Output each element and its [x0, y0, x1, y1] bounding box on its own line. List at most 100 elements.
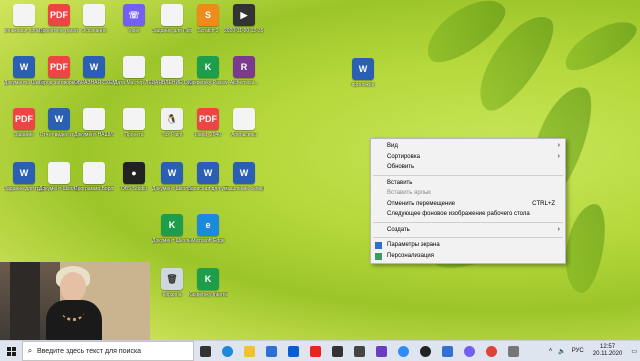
- desktop-icon[interactable]: ☏ Viber: [114, 4, 154, 34]
- desktop-icon[interactable]: PDF Проектное работа в о...: [39, 4, 79, 34]
- viber-file-icon: ☏: [123, 4, 145, 26]
- taskbar-apps: [194, 341, 524, 361]
- desktop-icon[interactable]: PDF Город заговорен...: [39, 56, 79, 86]
- viber-icon: [463, 345, 475, 357]
- desktop-icon-label: ОБРАЗНАЯ СХЕМА ИНИ...: [74, 80, 114, 86]
- doc-file-icon: [13, 4, 35, 26]
- doc-file-icon: [233, 108, 255, 130]
- word-file-icon: W: [13, 162, 35, 184]
- desktop-icon[interactable]: K Kaspersky Internet ...: [188, 268, 228, 298]
- desktop-icon[interactable]: W Задание для групп 6.7: [4, 162, 44, 192]
- desktop-icon[interactable]: K Kaspersky Password...: [188, 56, 228, 86]
- desktop-icon-label: Записная для учет...: [188, 186, 228, 192]
- mail-icon: [441, 345, 453, 357]
- desktop-icon[interactable]: Апельсины: [224, 108, 264, 138]
- context-menu-item[interactable]: Следующее фоновое изображение рабочего с…: [371, 209, 565, 220]
- context-menu-item-label: Персонализация: [387, 252, 435, 259]
- taskbar-steam-button[interactable]: [326, 341, 348, 361]
- desktop-icon[interactable]: R Alchemical...: [224, 56, 264, 86]
- desktop-icon-label: Задание для Проверки: [152, 28, 192, 34]
- context-menu-item[interactable]: Параметры экрана: [371, 240, 565, 251]
- desktop-icon[interactable]: K Документ Школьно...: [152, 214, 192, 244]
- context-menu-item-label: Следующее фоновое изображение рабочего с…: [387, 211, 530, 217]
- desktop-icon[interactable]: PDF Задание: [4, 108, 44, 138]
- store-icon: [265, 345, 277, 357]
- taskbar-video-button[interactable]: [282, 341, 304, 361]
- desktop-icon[interactable]: Wмышление сельского...: [224, 162, 264, 192]
- desktop-icon-label: Документ Школьно...: [152, 186, 192, 192]
- yandex-icon: [309, 345, 321, 357]
- desktop-icon[interactable]: PDF bland_2040: [188, 108, 228, 138]
- desktop-icon[interactable]: Документ НАШИХ: [74, 108, 114, 138]
- taskbar-viber-button[interactable]: [458, 341, 480, 361]
- context-menu-item: Вставить ярлык: [371, 188, 565, 199]
- webcam-person-necklace: [62, 304, 84, 321]
- taskbar-mail-button[interactable]: [436, 341, 458, 361]
- webcam-door: [10, 262, 40, 340]
- doc-file-icon: [161, 4, 183, 26]
- taskbar-task-view-button[interactable]: [194, 341, 216, 361]
- chevron-right-icon: ›: [557, 142, 560, 149]
- taskbar-store-button[interactable]: [260, 341, 282, 361]
- desktop-icon[interactable]: ● OBS Studio: [114, 162, 154, 192]
- context-menu-item[interactable]: Вид ›: [371, 141, 565, 152]
- system-tray: ˄ 🔈 РУС 12:57 20.11.2020 ▭: [546, 341, 640, 361]
- notifications-icon[interactable]: ▭: [628, 348, 640, 355]
- desktop-icon-label: Апельсины: [231, 132, 257, 138]
- taskbar-search-box[interactable]: ⌕ Введите здесь текст для поиска: [22, 341, 194, 361]
- personalize-icon: [375, 252, 382, 260]
- context-menu-item[interactable]: Сортировка ›: [371, 152, 565, 163]
- start-button[interactable]: [0, 341, 22, 361]
- desktop-icon[interactable]: W Отчет видео и ...: [39, 108, 79, 138]
- clock-date: 20.11.2020: [592, 351, 623, 357]
- desktop-icon[interactable]: 🐧 Tux Paint: [152, 108, 192, 138]
- desktop-icon[interactable]: Осознанно: [74, 4, 114, 34]
- desktop-icon[interactable]: W ОБРАЗНАЯ СХЕМА ИНИ...: [74, 56, 114, 86]
- desktop-icon[interactable]: ▶ 2020-11-20 12-35-52: [224, 4, 264, 34]
- desktop-icon-label: Alchemical...: [229, 80, 259, 86]
- desktop-icon[interactable]: 🗑 Корзина: [152, 268, 192, 298]
- taskbar-chrome-button[interactable]: [480, 341, 502, 361]
- desktop[interactable]: коньковая хромматура PDF Проектное работа …: [0, 0, 640, 340]
- video-icon: [287, 345, 299, 357]
- context-menu-item[interactable]: Персонализация: [371, 251, 565, 262]
- desktop-icon[interactable]: W Документ Школьно...: [152, 162, 192, 192]
- desktop-icon[interactable]: Проекта: [114, 108, 154, 138]
- taskbar-zoom-button[interactable]: [392, 341, 414, 361]
- doc-file-icon: [83, 4, 105, 26]
- desktop-icon[interactable]: коньковая хромматура: [4, 4, 44, 34]
- word-file-icon: W: [233, 162, 255, 184]
- shortcut-label: CTRL+Z: [532, 200, 555, 207]
- pdf-file-icon: PDF: [48, 4, 70, 26]
- desktop-icon-label: bland_2040: [194, 132, 222, 138]
- taskbar: ⌕ Введите здесь текст для поиска ˄ 🔈 РУС…: [0, 340, 640, 361]
- desktop-icon[interactable]: e Microsoft Edge: [188, 214, 228, 244]
- volume-icon[interactable]: 🔈: [555, 348, 568, 355]
- taskbar-obs-button[interactable]: [414, 341, 436, 361]
- context-menu: Вид › Сортировка › Обновить Вставить Вставить …: [370, 138, 566, 264]
- context-menu-item[interactable]: Создать ›: [371, 225, 565, 236]
- context-menu-item[interactable]: Отменить перемещение CTRL+Z: [371, 199, 565, 210]
- desktop-icon[interactable]: Документ Школьно...: [39, 162, 79, 192]
- desktop-icon[interactable]: ЗАЯВЛЕНИЕ ОДИСЕАЛ...: [152, 56, 192, 86]
- clock[interactable]: 12:57 20.11.2020: [587, 344, 629, 358]
- desktop-icon[interactable]: S Scratch 3: [188, 4, 228, 34]
- desktop-icon[interactable]: Дата Мастер ЛЕКТОР...: [114, 56, 154, 86]
- language-indicator[interactable]: РУС: [569, 348, 587, 354]
- taskbar-yandex-button[interactable]: [304, 341, 326, 361]
- desktop-icon[interactable]: Программа Ворлинай...: [74, 162, 114, 192]
- desktop-icon[interactable]: Wприложен: [343, 58, 383, 88]
- desktop-icon[interactable]: W Документы Школьно...: [4, 56, 44, 86]
- desktop-icon-label: Tux Paint: [161, 132, 183, 138]
- context-menu-item[interactable]: Вставить: [371, 178, 565, 189]
- taskbar-media-button[interactable]: [502, 341, 524, 361]
- desktop-icon[interactable]: Задание для Проверки: [152, 4, 192, 34]
- desktop-icon[interactable]: W Записная для учет...: [188, 162, 228, 192]
- taskbar-game-button[interactable]: [348, 341, 370, 361]
- desktop-icon-label: Город заговорен...: [39, 80, 79, 86]
- taskbar-explorer-button[interactable]: [238, 341, 260, 361]
- tray-expand-icon[interactable]: ˄: [546, 348, 556, 354]
- context-menu-item[interactable]: Обновить: [371, 162, 565, 173]
- taskbar-camera-button[interactable]: [370, 341, 392, 361]
- taskbar-edge-button[interactable]: [216, 341, 238, 361]
